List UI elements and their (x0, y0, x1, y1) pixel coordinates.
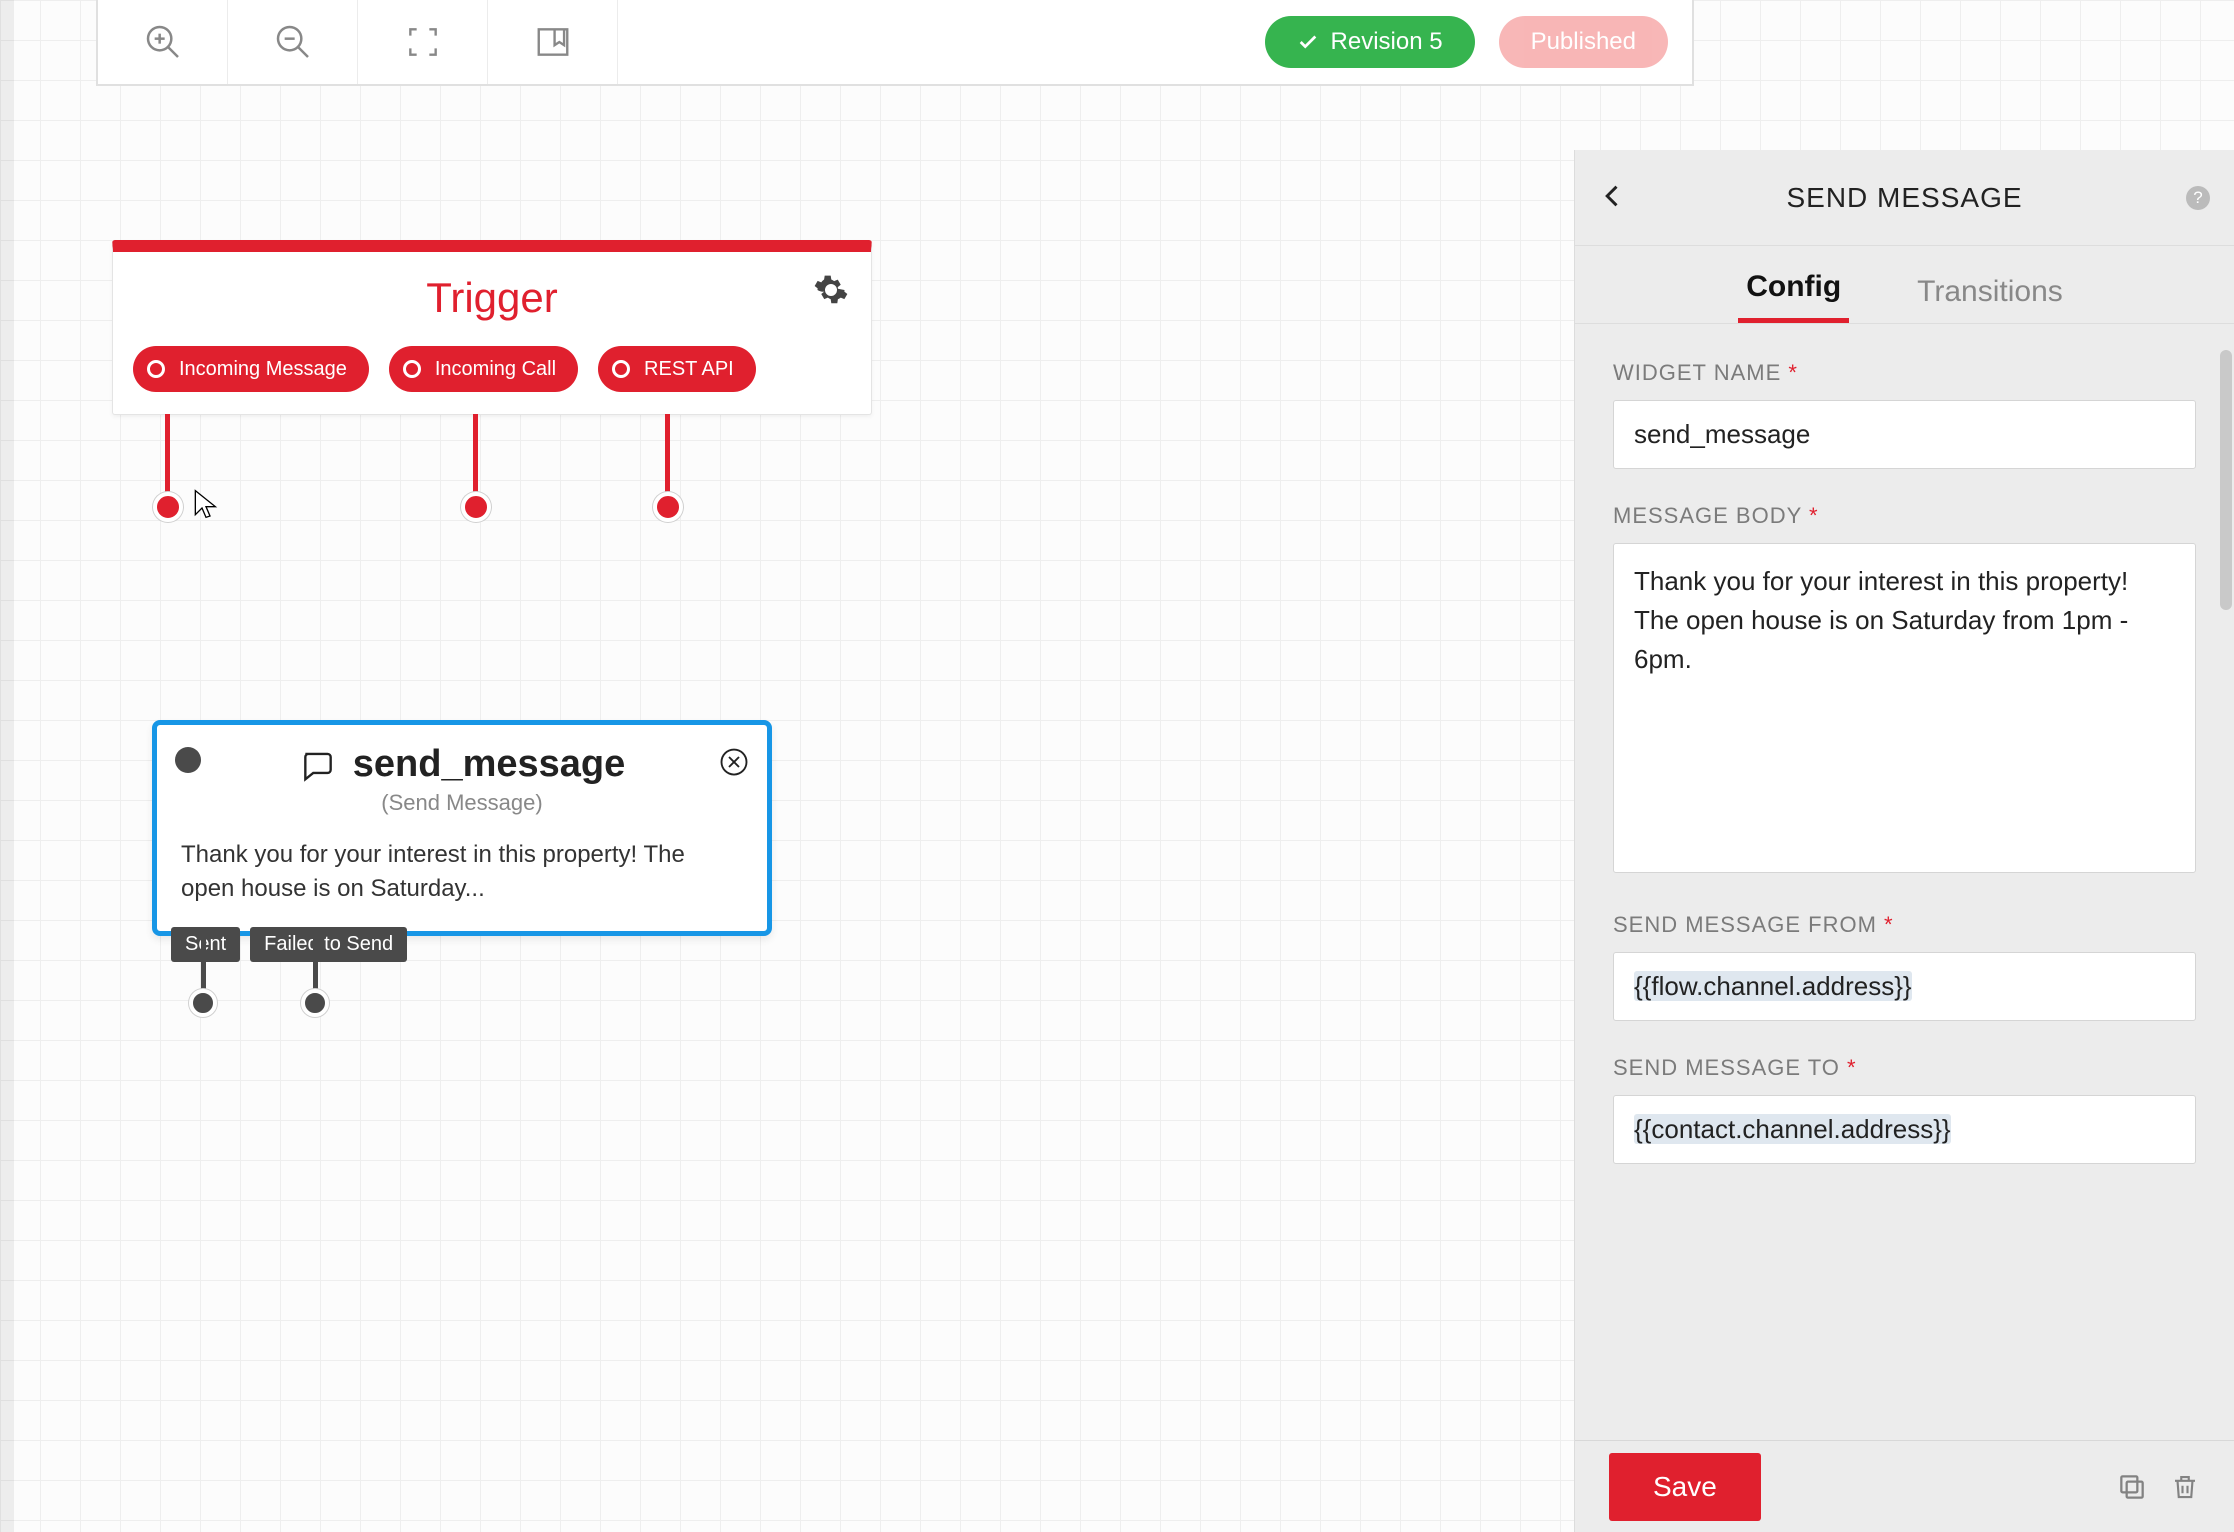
port-failed[interactable] (301, 989, 329, 1017)
port-incoming-call[interactable] (461, 492, 491, 522)
trigger-output-incoming-message[interactable]: Incoming Message (133, 346, 369, 392)
trigger-output-incoming-call[interactable]: Incoming Call (389, 346, 578, 392)
check-icon (1297, 31, 1319, 53)
port-incoming-message[interactable] (153, 492, 183, 522)
panel-title: SEND MESSAGE (1786, 182, 2022, 214)
widget-node-title: send_message (353, 743, 626, 786)
chat-icon (299, 746, 337, 784)
message-body-input[interactable] (1613, 543, 2196, 873)
widget-name-label: WIDGET NAME (1613, 360, 1781, 385)
zoom-out-button[interactable] (228, 0, 358, 84)
config-panel: SEND MESSAGE ? Config Transitions WIDGET… (1574, 150, 2234, 1532)
port-sent[interactable] (189, 989, 217, 1017)
widget-name-input[interactable] (1613, 400, 2196, 469)
widget-node-preview: Thank you for your interest in this prop… (157, 820, 767, 931)
chevron-left-icon (1599, 182, 1627, 210)
trigger-output-rest-api[interactable]: REST API (598, 346, 756, 392)
revision-label: Revision 5 (1331, 28, 1443, 56)
panel-help-button[interactable]: ? (2186, 186, 2210, 210)
revision-badge[interactable]: Revision 5 (1265, 16, 1475, 68)
settings-icon[interactable] (813, 270, 849, 318)
bookmark-panel-icon (534, 23, 572, 61)
config-form: WIDGET NAME * MESSAGE BODY * SEND MESSAG… (1575, 324, 2234, 1440)
zoom-out-icon (273, 22, 313, 62)
tab-config[interactable]: Config (1738, 270, 1849, 323)
node-input-port[interactable] (175, 747, 201, 773)
trigger-title: Trigger (426, 274, 557, 321)
history-button[interactable] (488, 0, 618, 84)
widget-output-failed[interactable]: Failed to Send (250, 927, 407, 962)
cursor-icon (192, 488, 220, 520)
close-node-button[interactable] (719, 747, 749, 777)
fit-screen-icon (404, 23, 442, 61)
published-label: Published (1531, 28, 1636, 56)
zoom-in-icon (143, 22, 183, 62)
trash-icon[interactable] (2170, 1471, 2200, 1503)
save-button[interactable]: Save (1609, 1453, 1761, 1521)
send-to-label: SEND MESSAGE TO (1613, 1055, 1840, 1080)
panel-back-button[interactable] (1599, 182, 1627, 215)
close-icon (719, 747, 749, 777)
panel-scrollbar[interactable] (2220, 350, 2232, 610)
duplicate-icon[interactable] (2116, 1471, 2148, 1503)
tab-transitions[interactable]: Transitions (1909, 275, 2071, 323)
panel-tabs: Config Transitions (1575, 246, 2234, 324)
send-from-input[interactable]: {{flow.channel.address}} (1613, 952, 2196, 1021)
published-badge[interactable]: Published (1499, 16, 1668, 68)
widget-node-subtitle: (Send Message) (181, 790, 743, 816)
port-rest-api[interactable] (653, 492, 683, 522)
send-to-input[interactable]: {{contact.channel.address}} (1613, 1095, 2196, 1164)
send-from-label: SEND MESSAGE FROM (1613, 912, 1877, 937)
top-toolbar: Revision 5 Published (96, 0, 1694, 86)
zoom-in-button[interactable] (98, 0, 228, 84)
fit-screen-button[interactable] (358, 0, 488, 84)
message-body-label: MESSAGE BODY (1613, 503, 1802, 528)
trigger-node[interactable]: Trigger Incoming Message Incoming Call R… (112, 240, 872, 415)
send-message-node[interactable]: send_message (Send Message) Thank you fo… (152, 720, 772, 936)
